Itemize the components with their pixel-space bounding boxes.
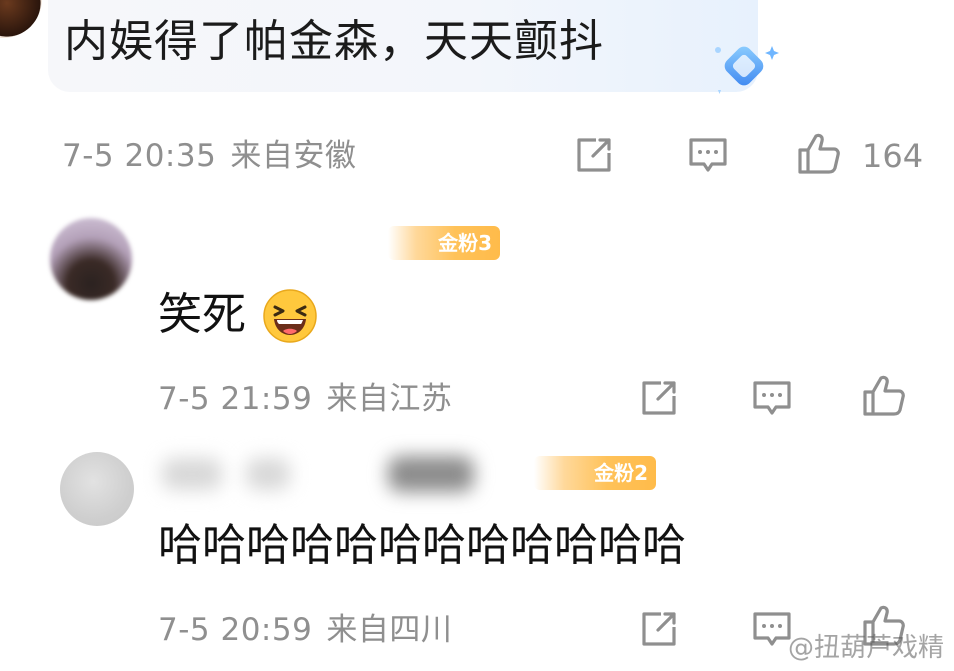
reply-time: 7-5 20:59 — [158, 612, 313, 648]
thumbs-up-icon[interactable] — [861, 372, 907, 418]
comment-location: 来自安徽 — [230, 138, 357, 174]
reply-text: 哈哈哈哈哈哈哈哈哈哈哈哈 — [158, 520, 686, 571]
comment-thread: 内娱得了帕金森，天天颤抖 7-5 20:35 来自安徽 164 金粉3 笑死 7… — [0, 0, 954, 671]
comment-icon[interactable] — [749, 375, 795, 421]
share-icon[interactable] — [636, 606, 682, 652]
comment-meta: 7-5 20:35 来自安徽 — [62, 136, 356, 176]
like-count: 164 — [862, 137, 924, 175]
thumbs-up-icon[interactable] — [796, 130, 842, 176]
comment-icon[interactable] — [685, 132, 731, 178]
reply-location: 来自四川 — [326, 612, 453, 648]
reply-meta: 7-5 20:59 来自四川 — [158, 610, 452, 650]
avatar[interactable] — [0, 0, 42, 38]
avatar[interactable] — [60, 452, 134, 526]
comment-text: 内娱得了帕金森，天天颤抖 — [64, 16, 604, 67]
laughing-emoji — [262, 288, 318, 344]
avatar[interactable] — [50, 218, 132, 300]
reply-text: 笑死 — [158, 289, 246, 340]
share-icon[interactable] — [636, 375, 682, 421]
share-icon[interactable] — [571, 132, 617, 178]
reply-time: 7-5 21:59 — [158, 381, 313, 417]
fan-badge-label: 金粉2 — [594, 461, 648, 485]
username-redacted — [388, 456, 474, 492]
reply-meta: 7-5 21:59 来自江苏 — [158, 379, 452, 419]
reply-location: 来自江苏 — [326, 381, 453, 417]
watermark: @扭葫芦戏精 — [787, 633, 944, 663]
username-redacted — [162, 458, 222, 490]
fan-badge: 金粉2 — [534, 456, 656, 490]
diamond-icon — [706, 38, 784, 98]
comment-time: 7-5 20:35 — [62, 138, 217, 174]
fan-badge-label: 金粉3 — [438, 231, 492, 255]
fan-badge: 金粉3 — [388, 226, 500, 260]
username-redacted — [246, 458, 290, 490]
